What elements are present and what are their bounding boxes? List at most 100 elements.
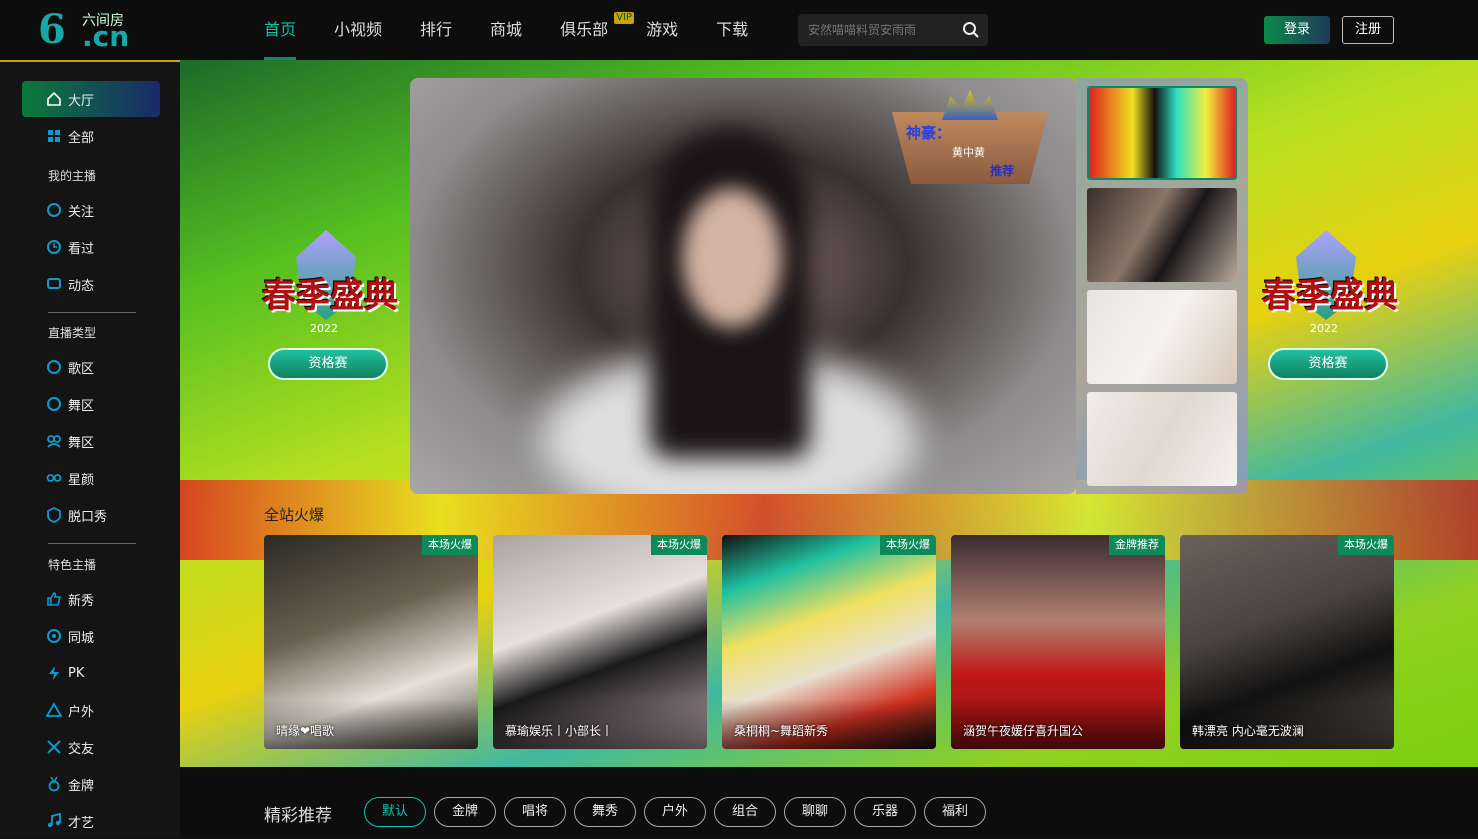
- sidebar-heading-special: 特色主播: [48, 558, 97, 572]
- tycoon-badge[interactable]: 神豪： 黄中黄 推荐: [872, 90, 1068, 188]
- thumbnail-image: [1089, 88, 1235, 178]
- medal-icon: [48, 776, 60, 792]
- event-emblem-left[interactable]: 春季盛典 2022 资格赛: [250, 230, 410, 390]
- stream-thumbnail[interactable]: [1087, 188, 1237, 282]
- logo-main-text: .cn: [82, 20, 130, 53]
- sidebar-item-label: 歌区: [68, 361, 95, 377]
- filter-chip-outdoor[interactable]: 户外: [644, 797, 706, 827]
- nav-club-label: 俱乐部: [560, 20, 609, 39]
- stream-thumbnail-list: [1076, 78, 1248, 494]
- nav-games[interactable]: 游戏: [646, 0, 678, 60]
- sidebar-item-face[interactable]: 星颜: [22, 460, 160, 496]
- sidebar-heading-type: 直播类型: [48, 326, 97, 340]
- stream-card[interactable]: 金牌推荐 涵贺午夜媛仔喜升国公: [951, 535, 1165, 749]
- stream-card[interactable]: 本场火爆 桑桐桐~舞蹈新秀: [722, 535, 936, 749]
- filter-chip-gold[interactable]: 金牌: [434, 797, 496, 827]
- stream-thumbnail[interactable]: [1087, 86, 1237, 180]
- nav-ranking[interactable]: 排行: [420, 0, 452, 60]
- register-button[interactable]: 注册: [1342, 16, 1394, 44]
- sidebar-item-feed[interactable]: 动态: [22, 266, 160, 302]
- nav-short-video[interactable]: 小视频: [334, 0, 382, 60]
- sidebar-divider: [48, 312, 136, 313]
- sidebar-item-label: 大厅: [68, 93, 95, 109]
- sidebar-item-history[interactable]: 看过: [22, 229, 160, 265]
- vip-badge: VIP: [614, 12, 635, 24]
- filter-chip-instrument[interactable]: 乐器: [854, 797, 916, 827]
- sidebar-item-label: 脱口秀: [68, 509, 108, 525]
- sidebar-item-new[interactable]: 新秀: [22, 581, 160, 617]
- search-box: [798, 14, 988, 46]
- sidebar: 大厅 全部 我的主播 关注 看过 动态 直播类型 歌区 舞区 舞区 星颜 脱口秀…: [0, 60, 180, 837]
- sidebar-item-local[interactable]: 同城: [22, 618, 160, 654]
- search-icon[interactable]: [962, 21, 980, 39]
- site-logo[interactable]: 6 六间房 .cn: [38, 8, 130, 52]
- sidebar-item-label: 关注: [68, 204, 95, 220]
- emblem-qualifier-button[interactable]: 资格赛: [268, 348, 388, 380]
- badge-title: 神豪：: [906, 124, 952, 142]
- recommend-bar: 精彩推荐 默认 金牌 唱将 舞秀 户外 组合 聊聊 乐器 福利: [180, 767, 1478, 837]
- stream-thumbnail[interactable]: [1087, 290, 1237, 384]
- sidebar-item-friends[interactable]: 交友: [22, 729, 160, 765]
- sidebar-item-label: 户外: [68, 704, 95, 720]
- card-name: 涵贺午夜媛仔喜升国公: [963, 724, 1084, 738]
- stream-thumbnail[interactable]: [1087, 392, 1237, 486]
- nav-download[interactable]: 下载: [716, 0, 748, 60]
- sidebar-item-sing[interactable]: 歌区: [22, 349, 160, 385]
- friends-icon: [47, 740, 61, 754]
- badge-tag: 推荐: [990, 164, 1015, 178]
- sidebar-heading-my: 我的主播: [48, 169, 97, 183]
- emblem-title: 春季盛典: [262, 276, 398, 316]
- filter-chip-singer[interactable]: 唱将: [504, 797, 566, 827]
- sidebar-item-all[interactable]: 全部: [22, 118, 160, 154]
- chat-icon: [47, 278, 61, 289]
- crown-icon: [942, 90, 998, 120]
- card-name: 韩漂亮 内心毫无波澜: [1192, 724, 1304, 738]
- card-tag: 本场火爆: [1338, 535, 1394, 555]
- top-bar: 6 六间房 .cn 首页 小视频 排行 商城 俱乐部 VIP 游戏 下载 登录 …: [0, 0, 1478, 60]
- event-emblem-right[interactable]: 春季盛典 2022 资格赛: [1250, 230, 1410, 390]
- stream-card[interactable]: 本场火爆 韩漂亮 内心毫无波澜: [1180, 535, 1394, 749]
- sidebar-item-pk[interactable]: PK: [22, 655, 160, 691]
- clock-icon: [47, 240, 61, 254]
- filter-chip-group[interactable]: 组合: [714, 797, 776, 827]
- sidebar-item-talent[interactable]: 才艺: [22, 803, 160, 839]
- sidebar-item-dance-2[interactable]: 舞区: [22, 423, 160, 459]
- sidebar-item-label: 星颜: [68, 472, 95, 488]
- sidebar-item-label: 金牌: [68, 778, 95, 794]
- mic-icon: [47, 360, 61, 374]
- sidebar-item-label: 交友: [68, 741, 95, 757]
- sidebar-item-home[interactable]: 大厅: [22, 81, 160, 117]
- emblem-title: 春季盛典: [1262, 276, 1398, 316]
- filter-chip-default[interactable]: 默认: [364, 797, 426, 827]
- filter-chip-welfare[interactable]: 福利: [924, 797, 986, 827]
- card-name: 桑桐桐~舞蹈新秀: [734, 724, 829, 738]
- dance-icon: [47, 397, 61, 411]
- nav-home[interactable]: 首页: [264, 0, 297, 60]
- shield-icon: [47, 507, 61, 523]
- sidebar-item-gold[interactable]: 金牌: [22, 766, 160, 802]
- badge-name: 黄中黄: [952, 146, 985, 159]
- filter-chip-chat[interactable]: 聊聊: [784, 797, 846, 827]
- sidebar-item-follow[interactable]: 关注: [22, 192, 160, 228]
- search-input[interactable]: [808, 14, 958, 46]
- sidebar-item-outdoor[interactable]: 户外: [22, 692, 160, 728]
- nav-club[interactable]: 俱乐部 VIP: [560, 0, 635, 60]
- logo-mark: 6: [38, 6, 66, 53]
- thumbnail-image: [1087, 392, 1237, 486]
- nav-mall[interactable]: 商城: [490, 0, 522, 60]
- filter-chip-dance[interactable]: 舞秀: [574, 797, 636, 827]
- sidebar-item-talk[interactable]: 脱口秀: [22, 497, 160, 533]
- stream-card[interactable]: 本场火爆 慕瑜娱乐丨小部长丨: [493, 535, 707, 749]
- card-name: 晴缘❤唱歌: [276, 724, 335, 738]
- card-tag: 金牌推荐: [1109, 535, 1165, 555]
- music-icon: [47, 813, 61, 828]
- card-tag: 本场火爆: [422, 535, 478, 555]
- sidebar-item-label: 看过: [68, 241, 95, 257]
- stream-card[interactable]: 本场火爆 晴缘❤唱歌: [264, 535, 478, 749]
- sidebar-item-label: 舞区: [68, 435, 95, 451]
- sidebar-item-dance[interactable]: 舞区: [22, 386, 160, 422]
- emblem-qualifier-button[interactable]: 资格赛: [1268, 348, 1388, 380]
- main-nav: 首页 小视频 排行 商城 俱乐部 VIP 游戏 下载: [264, 0, 786, 60]
- login-button[interactable]: 登录: [1264, 16, 1330, 44]
- people-icon: [47, 435, 61, 448]
